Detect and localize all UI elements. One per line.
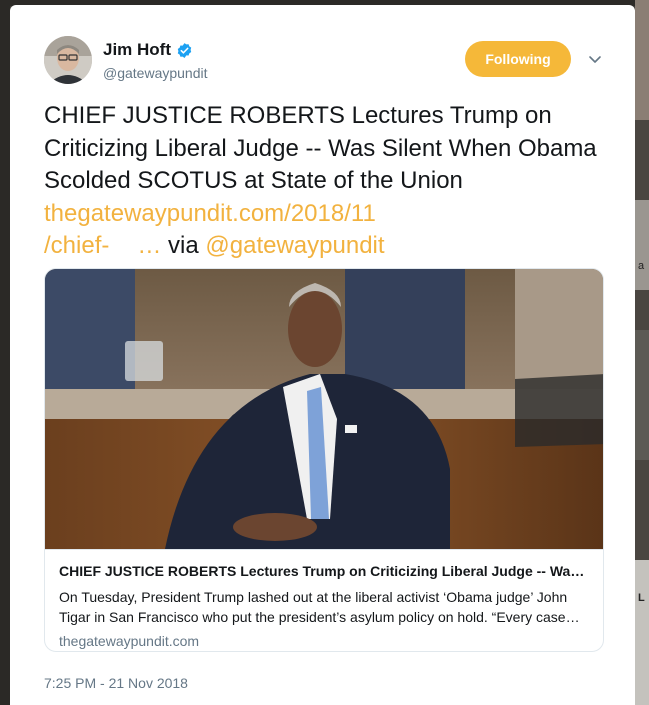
tweet-text: CHIEF JUSTICE ROBERTS Lectures Trump on … — [44, 100, 599, 263]
via-label: via — [168, 232, 199, 259]
link-card-title[interactable]: CHIEF JUSTICE ROBERTS Lectures Trump on … — [59, 563, 591, 579]
avatar[interactable] — [44, 36, 92, 84]
author-name[interactable]: Jim Hoft — [103, 40, 171, 60]
background-strip — [635, 560, 649, 705]
link-preview-card[interactable]: CHIEF JUSTICE ROBERTS Lectures Trump on … — [44, 268, 604, 652]
tweet-timestamp[interactable]: 7:25 PM - 21 Nov 2018 — [44, 675, 188, 691]
chevron-down-icon[interactable] — [588, 52, 602, 66]
verified-badge-icon — [177, 42, 192, 58]
tweet-card: Jim Hoft @gatewaypundit Following CHIEF … — [10, 5, 635, 705]
author-row: Jim Hoft — [103, 40, 193, 60]
following-button[interactable]: Following — [465, 41, 571, 77]
link-card-description: On Tuesday, President Trump lashed out a… — [59, 589, 568, 625]
author-handle[interactable]: @gatewaypundit — [103, 65, 208, 81]
background-strip — [635, 0, 649, 120]
avatar-photo — [44, 36, 92, 84]
background-strip — [635, 330, 649, 460]
background-left-edge — [0, 0, 10, 705]
mention-link[interactable]: @gatewaypundit — [205, 232, 384, 259]
background-strip — [635, 200, 649, 290]
tweet-link-ellipsis[interactable]: … — [137, 232, 161, 259]
tweet-body: CHIEF JUSTICE ROBERTS Lectures Trump on … — [44, 102, 597, 194]
card-photo — [45, 269, 603, 549]
background-glyph: L — [638, 592, 645, 604]
link-card-body: CHIEF JUSTICE ROBERTS Lectures Trump on … — [45, 549, 603, 649]
link-card-domain: thegatewaypundit.com — [59, 633, 200, 649]
background-right-edge: a L — [635, 0, 649, 705]
tweet-link-part-2[interactable]: /chief- — [44, 232, 109, 259]
background-glyph: a — [638, 260, 645, 272]
tweet-link-part-1[interactable]: thegatewaypundit.com/2018/11 — [44, 200, 376, 227]
